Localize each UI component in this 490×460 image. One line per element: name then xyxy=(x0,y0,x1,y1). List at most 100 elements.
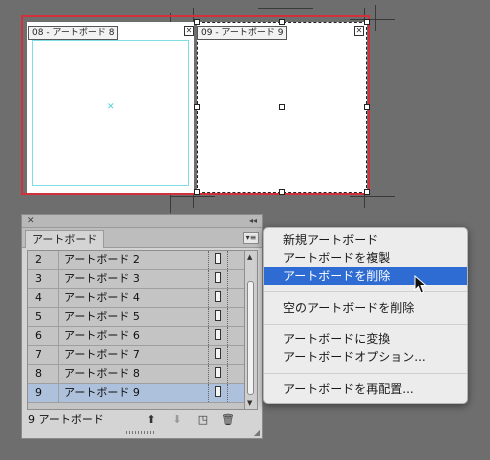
column-divider xyxy=(227,327,229,345)
artboard-name[interactable]: アートボード 3 xyxy=(64,270,140,288)
scroll-down-icon[interactable]: ▼ xyxy=(247,399,252,407)
arrow-down-icon[interactable]: ⬇ xyxy=(170,413,184,427)
panel-tabbar: アートボード ▾≡ xyxy=(22,228,262,248)
panel-menu-icon[interactable]: ▾≡ xyxy=(243,232,259,244)
resize-handle[interactable] xyxy=(364,189,370,195)
column-divider xyxy=(227,384,229,402)
resize-handle[interactable] xyxy=(364,104,370,110)
resize-handle[interactable] xyxy=(279,19,285,25)
pointer-cursor-icon xyxy=(414,275,428,294)
panel-grip[interactable] xyxy=(126,431,156,434)
crop-line xyxy=(375,5,376,31)
double-chevron-icon[interactable]: ◂◂ xyxy=(249,215,257,227)
close-icon[interactable]: ✕ xyxy=(354,26,364,36)
crop-line xyxy=(258,8,313,9)
table-row[interactable]: 5 アートボード 5 xyxy=(28,308,244,327)
column-divider xyxy=(208,251,210,269)
menu-item-new-artboard[interactable]: 新規アートボード xyxy=(264,231,467,249)
artboard-options-icon[interactable] xyxy=(215,348,221,359)
artboards-panel: ✕ ◂◂ アートボード ▾≡ 2 アートボード 2 3 アートボード 3 4 アートボード… xyxy=(21,214,263,439)
close-icon[interactable]: ✕ xyxy=(27,215,35,227)
panel-footer: 9 アートボード ⬆ ⬇ ◳ 🗑 ◢ xyxy=(22,411,262,439)
menu-item-duplicate-artboard[interactable]: アートボードを複製 xyxy=(264,249,467,267)
resize-handle[interactable] xyxy=(364,19,370,25)
crop-line xyxy=(170,196,215,197)
table-row[interactable]: 6 アートボード 6 xyxy=(28,327,244,346)
artboard-name[interactable]: アートボード 2 xyxy=(64,251,140,269)
column-divider xyxy=(227,251,229,269)
artboard-name[interactable]: アートボード 6 xyxy=(64,327,140,345)
column-divider xyxy=(227,270,229,288)
arrow-up-icon[interactable]: ⬆ xyxy=(144,413,158,427)
crop-line xyxy=(350,196,395,197)
artboard-list: 2 アートボード 2 3 アートボード 3 4 アートボード 4 5 アートボード 5 6 アート… xyxy=(27,250,245,410)
row-number: 6 xyxy=(28,327,59,345)
row-number: 9 xyxy=(28,384,59,402)
menu-separator xyxy=(264,324,467,325)
column-divider xyxy=(227,346,229,364)
menu-item-delete-artboard[interactable]: アートボードを削除 xyxy=(264,267,467,285)
artboard-name[interactable]: アートボード 5 xyxy=(64,308,140,326)
panel-titlebar[interactable]: ✕ ◂◂ xyxy=(22,215,262,228)
trash-icon[interactable]: 🗑 xyxy=(221,413,235,427)
artboard-options-icon[interactable] xyxy=(215,367,221,378)
column-divider xyxy=(208,384,210,402)
row-number: 7 xyxy=(28,346,59,364)
row-number: 5 xyxy=(28,308,59,326)
artboard-8-label: 08 - アートボード 8 xyxy=(28,26,119,40)
artboard-9-label: 09 - アートボード 9 xyxy=(197,26,288,40)
column-divider xyxy=(208,289,210,307)
resize-handle[interactable] xyxy=(279,189,285,195)
table-row[interactable]: 8 アートボード 8 xyxy=(28,365,244,384)
column-divider xyxy=(208,327,210,345)
new-artboard-icon[interactable]: ◳ xyxy=(196,413,210,427)
tab-artboards[interactable]: アートボード xyxy=(25,230,105,248)
menu-separator xyxy=(264,373,467,374)
close-icon[interactable]: ✕ xyxy=(184,26,194,36)
canvas[interactable]: ✕ 08 - アートボード 8 ✕ 09 - アートボード 9 ✕ xyxy=(0,0,490,213)
row-number: 2 xyxy=(28,251,59,269)
scrollbar[interactable]: ▲ ▼ xyxy=(245,250,258,410)
column-divider xyxy=(208,346,210,364)
artboard-8-center-mark: ✕ xyxy=(107,102,115,112)
row-number: 3 xyxy=(28,270,59,288)
resize-handle[interactable] xyxy=(194,104,200,110)
menu-item-convert-to-artboards[interactable]: アートボードに変換 xyxy=(264,330,467,348)
artboard-name[interactable]: アートボード 8 xyxy=(64,365,140,383)
column-divider xyxy=(208,365,210,383)
center-handle[interactable] xyxy=(279,104,285,110)
table-row[interactable]: 7 アートボード 7 xyxy=(28,346,244,365)
table-row[interactable]: 2 アートボード 2 xyxy=(28,251,244,270)
artboard-options-icon[interactable] xyxy=(215,386,221,397)
column-divider xyxy=(208,270,210,288)
scroll-up-icon[interactable]: ▲ xyxy=(247,253,252,261)
column-divider xyxy=(208,308,210,326)
menu-item-delete-empty-artboards[interactable]: 空のアートボードを削除 xyxy=(264,299,467,317)
artboard-name[interactable]: アートボード 9 xyxy=(64,384,140,402)
artboard-8-guide xyxy=(32,40,189,186)
resize-handle[interactable] xyxy=(194,19,200,25)
artboard-name[interactable]: アートボード 7 xyxy=(64,346,140,364)
menu-item-rearrange-artboards[interactable]: アートボードを再配置... xyxy=(264,380,467,398)
menu-item-artboard-options[interactable]: アートボードオプション... xyxy=(264,348,467,366)
artboard-name[interactable]: アートボード 4 xyxy=(64,289,140,307)
column-divider xyxy=(227,308,229,326)
artboard-options-icon[interactable] xyxy=(215,329,221,340)
column-divider xyxy=(227,289,229,307)
artboard-options-icon[interactable] xyxy=(215,272,221,283)
artboard-options-icon[interactable] xyxy=(215,253,221,264)
menu-separator xyxy=(264,291,467,292)
column-divider xyxy=(227,365,229,383)
panel-flyout-menu: 新規アートボード アートボードを複製 アートボードを削除 空のアートボードを削除… xyxy=(263,227,468,404)
table-row[interactable]: 9 アートボード 9 xyxy=(28,384,244,403)
resize-grip-icon[interactable]: ◢ xyxy=(254,429,260,437)
artboard-options-icon[interactable] xyxy=(215,291,221,302)
artboard-options-icon[interactable] xyxy=(215,310,221,321)
artboard-count: 9 アートボード xyxy=(28,413,104,426)
scrollbar-thumb[interactable] xyxy=(247,281,254,395)
row-number: 8 xyxy=(28,365,59,383)
row-number: 4 xyxy=(28,289,59,307)
table-row[interactable]: 3 アートボード 3 xyxy=(28,270,244,289)
table-row[interactable]: 4 アートボード 4 xyxy=(28,289,244,308)
resize-handle[interactable] xyxy=(194,189,200,195)
